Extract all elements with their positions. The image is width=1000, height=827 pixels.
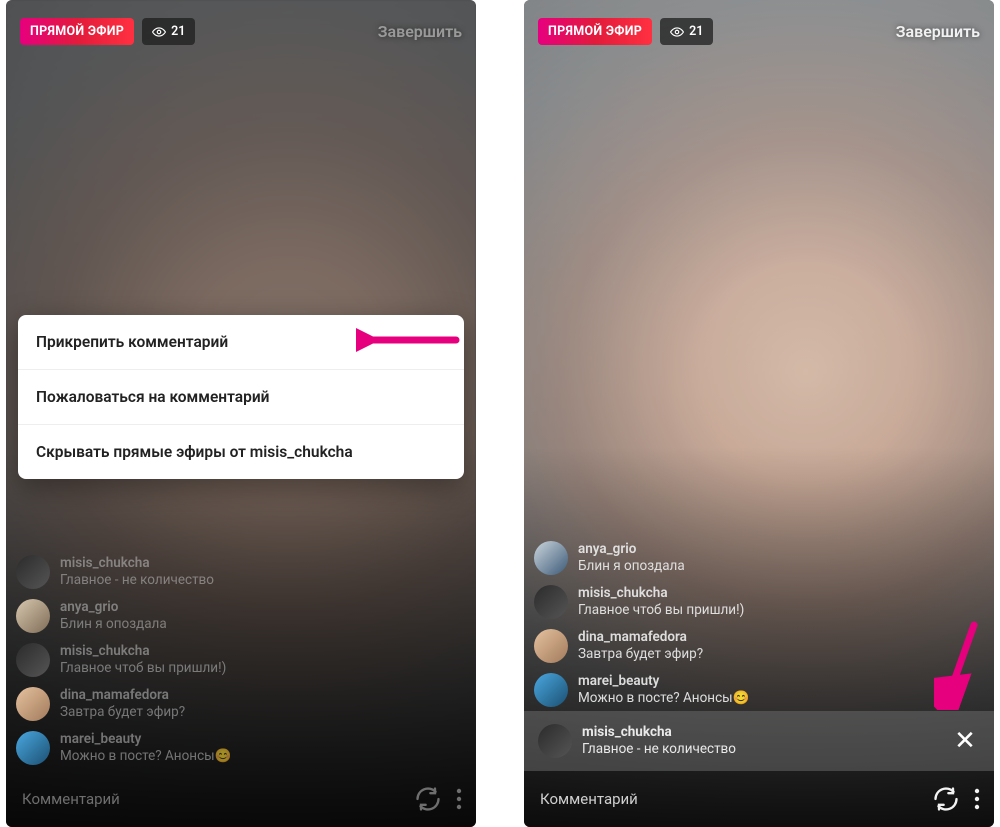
avatar: [534, 629, 568, 663]
pinned-text: Главное - не количество: [582, 741, 736, 758]
avatar: [534, 585, 568, 619]
unpin-close-icon[interactable]: ✕: [950, 728, 980, 754]
comment-user: misis_chukcha: [60, 555, 214, 571]
avatar: [16, 731, 50, 765]
avatar: [534, 541, 568, 575]
comment-user: misis_chukcha: [60, 643, 226, 659]
comment-user: dina_mamafedora: [578, 629, 703, 645]
eye-icon: [152, 25, 166, 39]
annotation-arrow-icon: [934, 620, 994, 714]
comment[interactable]: dina_mamafedoraЗавтра будет эфир?: [16, 687, 466, 721]
action-hide-live[interactable]: Скрывать прямые эфиры от misis_chukcha: [18, 425, 464, 479]
comment[interactable]: marei_beautyМожно в посте? Анонсы😊: [534, 673, 984, 707]
annotation-arrow-icon: [356, 320, 466, 364]
viewer-count: 21: [689, 24, 703, 39]
comment-text: Блин я опоздала: [60, 616, 167, 633]
live-screen-with-action-sheet: ПРЯМОЙ ЭФИР 21 Завершить misis_chukchaГл…: [6, 0, 476, 827]
comment-input[interactable]: Комментарий: [22, 790, 414, 808]
comment-user: marei_beauty: [578, 673, 749, 689]
comment-input-bar: Комментарий: [6, 771, 476, 827]
topbar: ПРЯМОЙ ЭФИР 21 Завершить: [538, 18, 980, 45]
comment-text: Завтра будет эфир?: [578, 646, 703, 663]
avatar: [16, 599, 50, 633]
comment-text: Главное - не количество: [60, 572, 214, 589]
comment-feed: misis_chukchaГлавное - не количество any…: [16, 555, 466, 765]
comment[interactable]: misis_chukchaГлавное - не количество: [16, 555, 466, 589]
comment-input-bar: Комментарий: [524, 771, 994, 827]
switch-camera-icon[interactable]: [414, 785, 442, 813]
comment-feed: anya_grioБлин я опоздала misis_chukchaГл…: [534, 541, 984, 707]
comment-user: anya_grio: [578, 541, 685, 557]
comment-input[interactable]: Комментарий: [540, 790, 932, 808]
pinned-comment-bar[interactable]: misis_chukcha Главное - не количество ✕: [524, 711, 994, 771]
pinned-user: misis_chukcha: [582, 724, 736, 740]
end-live-button[interactable]: Завершить: [896, 22, 980, 41]
comment-text: Главное чтоб вы пришли!): [60, 660, 226, 677]
comment-user: anya_grio: [60, 599, 167, 615]
comment-text: Главное чтоб вы пришли!): [578, 602, 744, 619]
comment-text: Можно в посте? Анонсы😊: [578, 690, 749, 707]
topbar: ПРЯМОЙ ЭФИР 21 Завершить: [20, 18, 462, 45]
live-badge: ПРЯМОЙ ЭФИР: [20, 18, 134, 45]
action-report-comment[interactable]: Пожаловаться на комментарий: [18, 370, 464, 425]
avatar: [16, 687, 50, 721]
comment-text: Можно в посте? Анонсы😊: [60, 748, 231, 765]
comment[interactable]: anya_grioБлин я опоздала: [16, 599, 466, 633]
avatar: [538, 724, 572, 758]
end-live-button[interactable]: Завершить: [378, 22, 462, 41]
avatar: [16, 555, 50, 589]
comment-user: dina_mamafedora: [60, 687, 185, 703]
more-options-icon[interactable]: [456, 788, 462, 810]
comment-text: Завтра будет эфир?: [60, 704, 185, 721]
more-options-icon[interactable]: [974, 788, 980, 810]
comment[interactable]: anya_grioБлин я опоздала: [534, 541, 984, 575]
viewer-count: 21: [171, 24, 185, 39]
avatar: [534, 673, 568, 707]
live-badge: ПРЯМОЙ ЭФИР: [538, 18, 652, 45]
avatar: [16, 643, 50, 677]
comment-user: misis_chukcha: [578, 585, 744, 601]
comment[interactable]: marei_beautyМожно в посте? Анонсы😊: [16, 731, 466, 765]
viewer-count-badge[interactable]: 21: [142, 18, 195, 45]
comment-user: marei_beauty: [60, 731, 231, 747]
eye-icon: [670, 25, 684, 39]
comment[interactable]: misis_chukchaГлавное чтоб вы пришли!): [16, 643, 466, 677]
comment[interactable]: misis_chukchaГлавное чтоб вы пришли!): [534, 585, 984, 619]
comment-text: Блин я опоздала: [578, 558, 685, 575]
viewer-count-badge[interactable]: 21: [660, 18, 713, 45]
live-screen-with-pinned-comment: ПРЯМОЙ ЭФИР 21 Завершить anya_grioБлин я…: [524, 0, 994, 827]
switch-camera-icon[interactable]: [932, 785, 960, 813]
comment[interactable]: dina_mamafedoraЗавтра будет эфир?: [534, 629, 984, 663]
